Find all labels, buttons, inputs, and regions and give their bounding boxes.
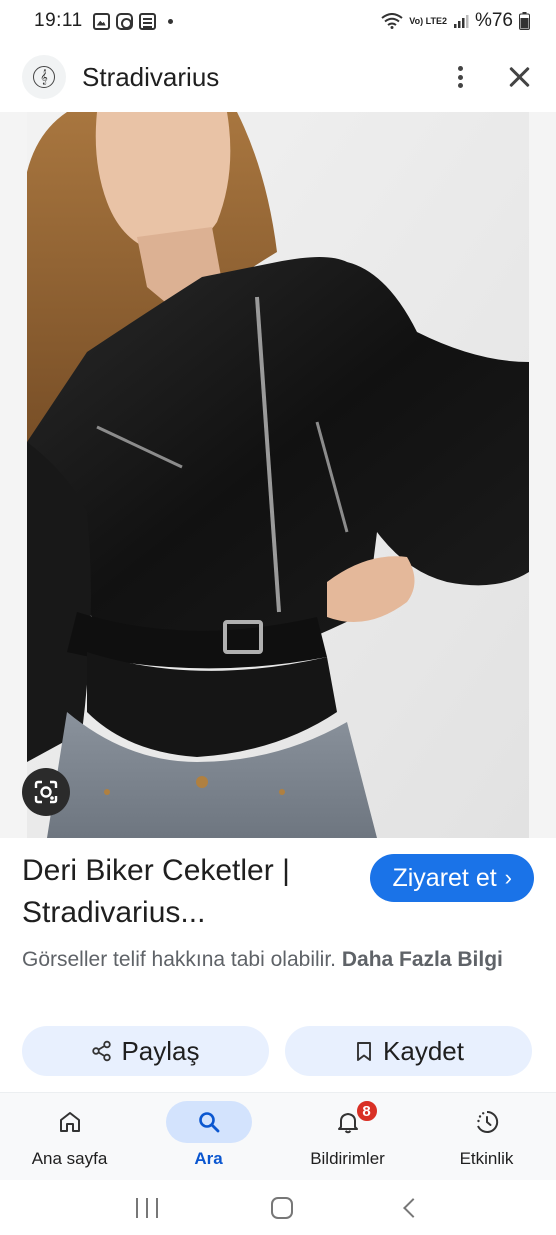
status-bar: 19:11 Vo) LTE2 %76: [0, 0, 556, 42]
home-button-icon[interactable]: [270, 1196, 293, 1219]
save-button[interactable]: Kaydet: [285, 1026, 532, 1076]
nav-label-home: Ana sayfa: [31, 1149, 108, 1168]
more-info-link[interactable]: Daha Fazla Bilgi: [342, 948, 503, 971]
battery-percent: %76: [474, 10, 513, 31]
nav-item-home[interactable]: Ana sayfa: [0, 1093, 139, 1180]
status-indicators: Vo) LTE2 %76: [381, 10, 530, 32]
gallery-icon: [92, 12, 110, 30]
notification-badge: 8: [354, 1099, 379, 1123]
site-logo[interactable]: 𝄞: [22, 55, 66, 99]
share-label: Paylaş: [121, 1035, 200, 1066]
more-notifications-dot-icon: [167, 18, 173, 24]
instagram-icon: [115, 12, 133, 30]
activity-icon: [476, 1110, 498, 1133]
nav-label-search: Ara: [194, 1149, 223, 1168]
system-navigation-bar: [0, 1180, 556, 1235]
status-time: 19:11: [34, 10, 83, 31]
bottom-navigation: Ana sayfa Ara 8 Bildirimler Etkinlik: [0, 1092, 556, 1180]
volte-label: Vo) LTE2: [409, 15, 447, 26]
nav-item-notifications[interactable]: 8 Bildirimler: [278, 1093, 417, 1180]
share-button[interactable]: Paylaş: [22, 1026, 269, 1076]
notification-icons: [92, 12, 173, 30]
save-label: Kaydet: [383, 1035, 464, 1066]
nav-item-search[interactable]: Ara: [139, 1093, 278, 1180]
result-title[interactable]: Deri Biker Ceketler | Stradivarius...: [22, 850, 332, 934]
share-icon: [92, 1040, 112, 1062]
more-options-icon[interactable]: [448, 63, 472, 91]
home-icon: [59, 1112, 80, 1132]
bookmark-icon: [357, 1042, 371, 1061]
battery-icon: [519, 12, 530, 30]
signal-icon: [453, 13, 469, 29]
stradivarius-logo-icon: 𝄞: [33, 66, 55, 88]
copyright-notice: Görseller telif hakkına tabi olabilir. D…: [22, 944, 534, 976]
product-image[interactable]: [27, 112, 529, 838]
action-row: Paylaş Kaydet: [22, 1026, 532, 1076]
visit-button[interactable]: Ziyaret et ›: [370, 854, 534, 902]
search-icon: [198, 1112, 219, 1133]
back-icon[interactable]: [402, 1197, 423, 1218]
result-info: Deri Biker Ceketler | Stradivarius... Zi…: [22, 850, 534, 976]
viewer-header: 𝄞 Stradivarius: [0, 50, 556, 104]
nav-label-activity: Etkinlik: [459, 1149, 514, 1168]
nav-item-activity[interactable]: Etkinlik: [417, 1093, 556, 1180]
title-row: Deri Biker Ceketler | Stradivarius... Zi…: [22, 850, 534, 934]
google-lens-button[interactable]: [22, 768, 70, 816]
header-actions: [448, 63, 534, 91]
recent-apps-icon[interactable]: [136, 1197, 159, 1218]
chevron-right-icon: ›: [504, 865, 512, 890]
close-icon[interactable]: [506, 63, 534, 91]
news-icon: [138, 12, 156, 30]
nav-label-notifications: Bildirimler: [310, 1149, 385, 1168]
copyright-text: Görseller telif hakkına tabi olabilir.: [22, 948, 336, 971]
image-preview-area: [0, 112, 556, 838]
visit-button-label: Ziyaret et: [392, 863, 497, 892]
wifi-icon: [381, 13, 403, 29]
site-name[interactable]: Stradivarius: [82, 62, 219, 93]
lens-icon: [34, 780, 58, 804]
